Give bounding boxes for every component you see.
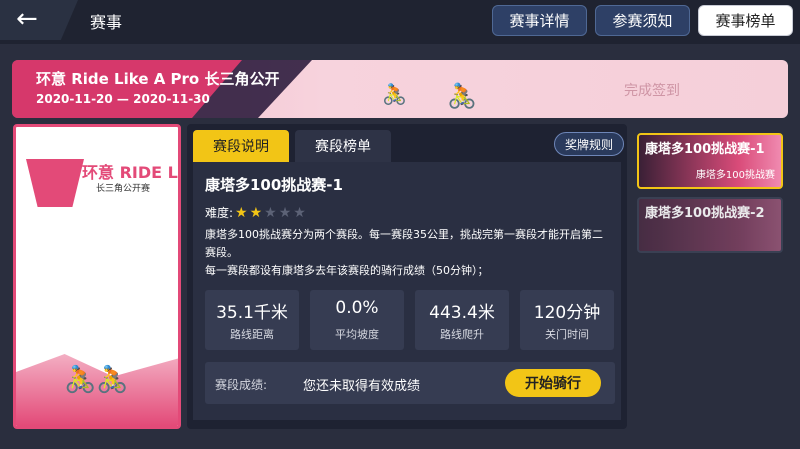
stat-value: 120分钟 xyxy=(533,303,601,323)
segment-content: 康塔多100挑战赛-1 难度: ★ ★ ★ ★ ★ 康塔多100挑战赛分为两个赛段。每一… xyxy=(193,162,621,420)
tab-event-leaderboard[interactable]: 赛事榜单 xyxy=(698,5,793,36)
top-bar: ← 赛事 赛事详情 参赛须知 赛事榜单 xyxy=(0,0,800,44)
result-value: 您还未取得有效成绩 xyxy=(303,379,421,394)
stat-value: 443.4米 xyxy=(429,303,495,323)
cyclist-icon: 🚴 xyxy=(64,365,97,395)
segment-name: 康塔多100挑战赛-1 xyxy=(205,176,343,194)
result-label: 赛段成绩: xyxy=(215,378,268,392)
difficulty-stars: ★ ★ ★ ★ ★ xyxy=(233,205,306,221)
star-icon: ★ xyxy=(249,204,263,221)
stat-label: 路线距离 xyxy=(230,328,274,341)
cyclist-icon: 🚴 xyxy=(447,82,477,110)
stat-label: 关门时间 xyxy=(545,328,589,341)
segment-item-label: 康塔多100挑战赛-1 xyxy=(645,142,765,157)
stat-label: 路线爬升 xyxy=(440,328,484,341)
tab-segment-leaderboard[interactable]: 赛段榜单 xyxy=(295,130,391,162)
star-icon: ★ xyxy=(264,204,277,221)
event-banner: 环意 Ride Like A Pro 长三角公开 2020-11-20 — 20… xyxy=(12,60,788,118)
cyclist-icon: 🚴 xyxy=(96,365,129,395)
banner-date: 2020-11-20 — 2020-11-30 xyxy=(36,92,210,106)
star-icon: ★ xyxy=(235,204,248,221)
stat-value: 35.1千米 xyxy=(216,303,288,323)
description-line: 康塔多100挑战赛分为两个赛段。每一赛段35公里，挑战完第一赛段才能开启第二赛段… xyxy=(205,228,603,259)
banner-title: 环意 Ride Like A Pro 长三角公开 xyxy=(36,70,280,88)
star-icon: ★ xyxy=(278,204,292,221)
medal-rules-button[interactable]: 奖牌规则 xyxy=(554,132,624,156)
page-title: 赛事 xyxy=(90,13,123,32)
event-poster: 环意 RIDE LIKE A PRO 长三角公开赛 🚴 🚴 xyxy=(13,124,181,429)
segment-item-label: 康塔多100挑战赛-2 xyxy=(645,206,765,221)
segment-description: 康塔多100挑战赛分为两个赛段。每一赛段35公里，挑战完第一赛段才能开启第二赛段… xyxy=(205,226,613,282)
poster-subtitle: 长三角公开赛 xyxy=(96,184,151,194)
tab-event-details[interactable]: 赛事详情 xyxy=(492,5,587,36)
difficulty-label: 难度: xyxy=(205,206,234,220)
stat-cutoff-time: 120分钟 关门时间 xyxy=(520,290,614,350)
poster-logo xyxy=(26,159,84,207)
stat-value: 0.0% xyxy=(335,298,379,318)
tab-segment-description[interactable]: 赛段说明 xyxy=(193,130,289,162)
star-icon: ★ xyxy=(293,204,306,221)
difficulty-rating: 难度: ★ ★ ★ ★ ★ xyxy=(205,204,306,221)
poster-title: 环意 RIDE LIKE A PRO xyxy=(82,163,178,182)
segment-item-2[interactable]: 康塔多100挑战赛-2 xyxy=(637,197,783,253)
stat-distance: 35.1千米 路线距离 xyxy=(205,290,299,350)
segment-item-1[interactable]: 康塔多100挑战赛-1 康塔多100挑战赛 xyxy=(637,133,783,189)
tab-participation-notes[interactable]: 参赛须知 xyxy=(595,5,690,36)
cyclist-icon: 🚴 xyxy=(382,82,407,106)
start-ride-button[interactable]: 开始骑行 xyxy=(505,369,601,397)
segment-panel: 赛段说明 赛段榜单 奖牌规则 康塔多100挑战赛-1 难度: ★ ★ ★ ★ ★ 康塔多… xyxy=(187,124,627,429)
stat-avg-grade: 0.0% 平均坡度 xyxy=(310,290,404,350)
segment-item-badge: 康塔多100挑战赛 xyxy=(695,170,775,181)
stat-label: 平均坡度 xyxy=(335,328,379,341)
segment-result: 赛段成绩: 您还未取得有效成绩 开始骑行 xyxy=(205,362,615,404)
arrow-left-icon: ← xyxy=(16,4,38,34)
stat-elevation: 443.4米 路线爬升 xyxy=(415,290,509,350)
back-button[interactable]: ← xyxy=(0,0,78,40)
banner-status: 完成签到 xyxy=(624,83,680,99)
description-line: 每一赛段都设有康塔多去年该赛段的骑行成绩（50分钟）； xyxy=(205,264,489,277)
